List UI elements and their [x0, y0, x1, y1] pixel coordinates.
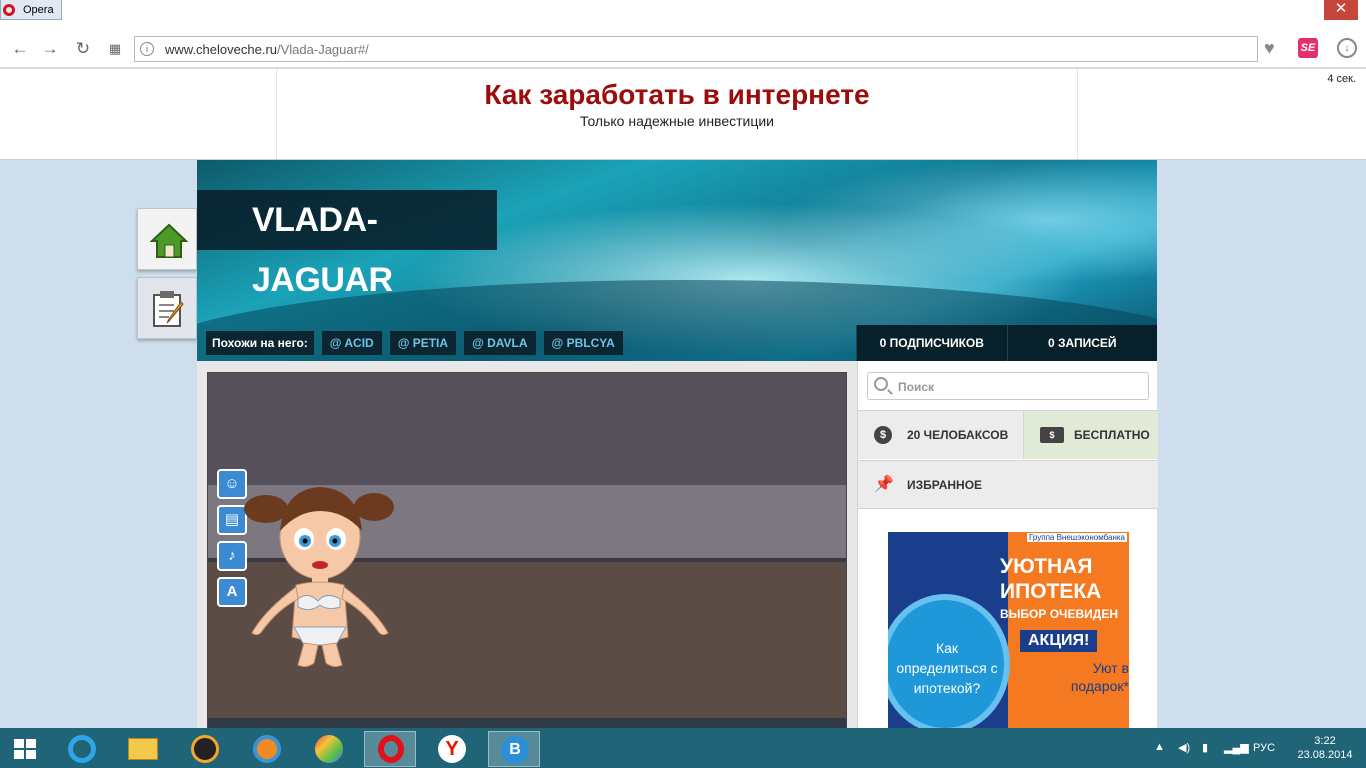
heart-icon[interactable]: ♥ [1264, 38, 1275, 59]
favorites-label: ИЗБРАННОЕ [907, 477, 983, 492]
profile-username: VLADA-JAGUAR [197, 190, 497, 299]
posts-count[interactable]: 0 ЗАПИСЕЙ [1006, 325, 1158, 361]
taskbar-ie[interactable] [56, 731, 108, 767]
price-label: 20 ЧЕЛОБАКСОВ [907, 428, 1009, 442]
ad-headline: УЮТНАЯ ИПОТЕКА [1000, 555, 1102, 603]
taskbar-yandex[interactable]: Y [426, 731, 478, 767]
se-extension-button[interactable]: SE [1298, 38, 1318, 58]
ad-promo: АКЦИЯ! [1020, 630, 1098, 652]
search-placeholder: Поиск [898, 380, 935, 394]
notepad-pencil-icon [153, 291, 184, 327]
clock-time: 3:22 [1314, 735, 1336, 747]
ad-question: Как определиться с ипотекой? [896, 640, 998, 696]
similar-tag[interactable]: @ PETIA [389, 331, 457, 355]
taskbar-opera[interactable] [364, 731, 416, 767]
dollar-coin-icon: $ [874, 426, 892, 444]
search-input[interactable]: Поиск [867, 372, 1149, 400]
address-bar[interactable]: i www.cheloveche.ru/Vlada-Jaguar#/ [134, 36, 1258, 62]
person-icon[interactable]: ☺ [217, 469, 247, 499]
forward-arrow-icon[interactable]: → [39, 38, 61, 60]
building-icon[interactable]: ▤ [217, 505, 247, 535]
home-button[interactable] [137, 208, 197, 270]
clock[interactable]: 3:22 23.08.2014 [1292, 734, 1358, 762]
taskbar-aimp[interactable] [179, 731, 231, 767]
internet-explorer-icon [68, 735, 96, 763]
colorful-ball-icon [315, 735, 343, 763]
b-app-icon: B [501, 736, 529, 764]
browser-toolbar: ← → ↻ ▦ i www.cheloveche.ru/Vlada-Jaguar… [0, 30, 1366, 68]
folder-icon [128, 738, 158, 760]
house-icon [150, 223, 188, 258]
taskbar-game[interactable] [303, 731, 355, 767]
url-host: www.cheloveche.ru [165, 42, 277, 57]
ad-timer: 4 сек. [1327, 73, 1356, 85]
taskbar-app[interactable] [241, 731, 293, 767]
ad-box[interactable]: Как заработать в интернете Только надежн… [276, 69, 1078, 159]
volume-icon[interactable]: ◀) [1178, 741, 1190, 754]
opera-menu-button[interactable]: Opera [0, 0, 62, 20]
notes-button[interactable] [137, 277, 197, 339]
reload-icon[interactable]: ↻ [72, 38, 94, 60]
speed-dial-grid-icon[interactable]: ▦ [104, 38, 126, 60]
window-close-button[interactable]: ✕ [1324, 0, 1358, 20]
free-option[interactable]: $ БЕСПЛАТНО [1023, 410, 1158, 459]
url-path: /Vlada-Jaguar#/ [277, 42, 369, 57]
battery-icon[interactable]: ▮ [1202, 741, 1208, 754]
similar-tag[interactable]: @ ACID [321, 331, 382, 355]
similar-tag[interactable]: @ PBLCYA [543, 331, 623, 355]
avatar-scene[interactable]: ☺ ▤ ♪ A [207, 372, 847, 732]
opera-icon [378, 735, 404, 763]
address-url: www.cheloveche.ru/Vlada-Jaguar#/ [165, 42, 369, 57]
taskbar-explorer[interactable] [117, 731, 169, 767]
download-icon[interactable]: ↓ [1337, 38, 1357, 58]
ad-tagline: ВЫБОР ОЧЕВИДЕН [1000, 607, 1118, 621]
clock-date: 23.08.2014 [1297, 749, 1353, 761]
tray-expand-icon[interactable]: ▲ [1154, 741, 1165, 753]
ad-subtitle: Только надежные инвестиции [579, 113, 775, 129]
ad-title[interactable]: Как заработать в интернете [277, 79, 1077, 111]
pin-icon: 📌 [874, 475, 894, 493]
browser-titlebar: Opera ✕ [0, 0, 1366, 30]
signal-icon[interactable]: ▂▄▆ [1224, 741, 1249, 754]
chat-app-icon [253, 735, 281, 763]
mortgage-ad[interactable]: Как определиться с ипотекой? Группа Внеш… [888, 532, 1129, 732]
windows-start-icon[interactable] [14, 739, 36, 759]
search-icon [874, 377, 888, 391]
windows-taskbar: Y B ▲ ◀) ▮ ▂▄▆ РУС 3:22 23.08.2014 [0, 728, 1366, 768]
right-panel: Поиск $ 20 ЧЕЛОБАКСОВ $ БЕСПЛАТНО 📌 ИЗБР… [857, 361, 1158, 732]
taskbar-b-app[interactable]: B [488, 731, 540, 767]
opera-tab-label: Opera [23, 3, 54, 16]
free-label: БЕСПЛАТНО [1074, 428, 1150, 442]
similar-users-bar: Похожи на него: @ ACID @ PETIA @ DAVLA @… [197, 325, 856, 361]
site-info-icon[interactable]: i [140, 42, 154, 56]
opera-logo-icon [3, 3, 15, 16]
followers-count[interactable]: 0 ПОДПИСЧИКОВ [856, 325, 1007, 361]
banknote-icon: $ [1040, 427, 1064, 443]
microphone-icon[interactable]: ♪ [217, 541, 247, 571]
top-ad-banner: Как заработать в интернете Только надежн… [0, 69, 1366, 160]
ad-bank-label: Группа Внешэкономбанка [1027, 533, 1127, 542]
aimp-icon [191, 735, 219, 763]
favorites-option[interactable]: 📌 ИЗБРАННОЕ [858, 460, 1158, 509]
similar-tag[interactable]: @ DAVLA [464, 331, 536, 355]
ad-gift: Уют в подарок* [1070, 660, 1129, 694]
back-arrow-icon[interactable]: ← [9, 38, 31, 60]
profile-stats: 0 ПОДПИСЧИКОВ 0 ЗАПИСЕЙ [856, 325, 1157, 361]
avatar-character[interactable] [244, 481, 396, 669]
language-indicator[interactable]: РУС [1253, 742, 1275, 754]
speech-bubble-icon[interactable]: A [217, 577, 247, 607]
yandex-icon: Y [438, 735, 466, 763]
price-option[interactable]: $ 20 ЧЕЛОБАКСОВ [858, 410, 1023, 459]
profile-header: VLADA-JAGUAR Похожи на него: @ ACID @ PE… [197, 160, 1157, 361]
similar-label: Похожи на него: [206, 331, 314, 355]
